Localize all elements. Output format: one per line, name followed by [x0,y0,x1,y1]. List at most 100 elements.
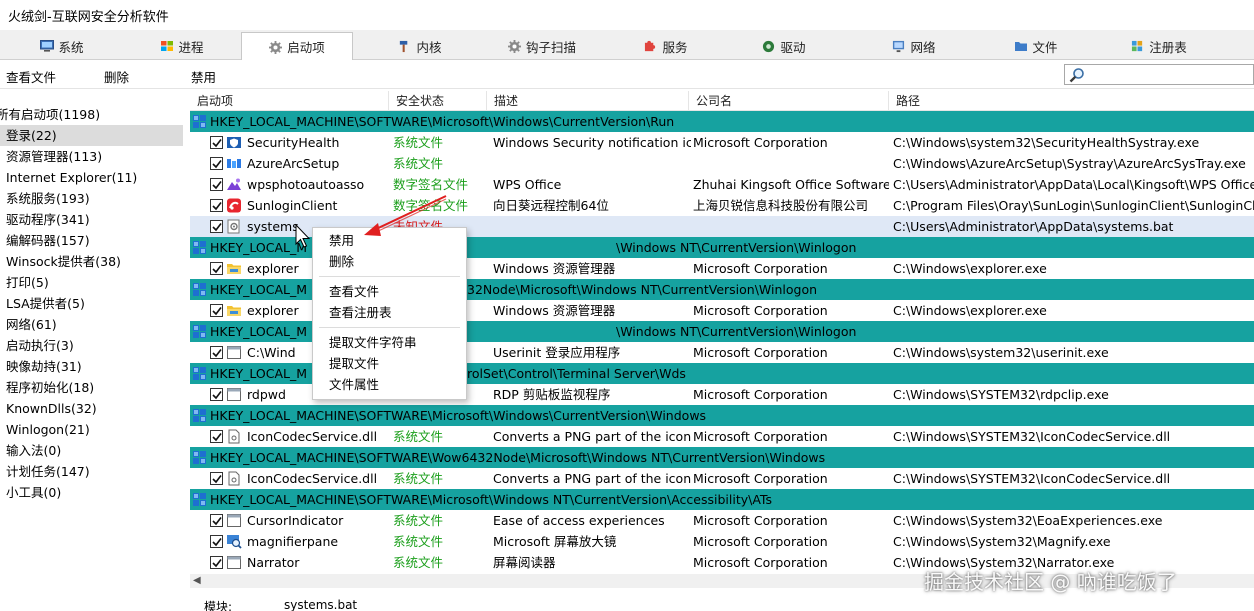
column-header-company[interactable]: 公司名 [689,91,889,111]
category-item[interactable]: 所有启动项(1198) [0,104,100,125]
security-status: 数字签名文件 [393,198,469,213]
registry-path-text: HKEY_LOCAL_MACHINE\SOFTWARE\Microsoft\Wi… [210,114,675,129]
enable-checkbox[interactable] [210,430,223,443]
item-path: C:\Windows\AzureArcSetup\Systray\AzureAr… [893,156,1246,171]
view-file-button[interactable]: 查看文件 [6,67,56,86]
search-box[interactable] [1064,64,1254,85]
item-path: C:\Windows\SYSTEM32\rdpclip.exe [893,387,1109,402]
item-description: RDP 剪贴板监视程序 [493,387,611,402]
enable-checkbox[interactable] [210,346,223,359]
network-icon [892,40,906,53]
startup-item-row[interactable]: wpsphotoautoasso 数字签名文件 WPS Office Zhuhai K… [190,174,1254,195]
tab-6[interactable]: 服务 [626,32,706,60]
category-item[interactable]: 编解码器(157) [0,230,90,251]
item-description: 屏幕阅读器 [493,555,556,570]
column-header-path[interactable]: 路径 [889,91,1254,111]
startup-item-row[interactable]: IconCodecService.dll 系统文件 Converts a PNG p… [190,426,1254,447]
category-item[interactable]: 驱动程序(341) [0,209,90,230]
category-item[interactable]: 计划任务(147) [0,461,90,482]
enable-checkbox[interactable] [210,136,223,149]
column-header-description[interactable]: 描述 [487,91,689,111]
tab-7[interactable]: 驱动 [744,32,824,60]
enable-checkbox[interactable] [210,472,223,485]
startup-item-row[interactable]: CursorIndicator 系统文件 Ease of access experi… [190,510,1254,531]
registry-path-text-tail: 32Node\Microsoft\Windows NT\CurrentVersi… [467,282,818,297]
enable-checkbox[interactable] [210,199,223,212]
column-header-status[interactable]: 安全状态 [389,91,487,111]
item-company: Microsoft Corporation [693,345,828,360]
category-item[interactable]: 启动执行(3) [0,335,74,356]
context-menu-item[interactable]: 查看文件 [329,282,379,302]
startup-item-row[interactable]: IconCodecService.dll 系统文件 Converts a PNG p… [190,468,1254,489]
tab-8[interactable]: 网络 [874,32,954,60]
item-description [493,216,691,237]
search-icon [1069,68,1084,83]
category-item[interactable]: 网络(61) [0,314,57,335]
registry-group-row[interactable]: HKEY_LOCAL_MACHINE\SOFTWARE\Wow6432Node\… [190,447,1254,468]
context-menu-item[interactable]: 文件属性 [329,375,379,395]
category-item[interactable]: 资源管理器(113) [0,146,102,167]
main-tab-bar: 系统 进程 启动项 内核 钩子扫描 服务 驱动 网络 文件 注册表 [0,30,1254,61]
item-description: Userinit 登录应用程序 [493,345,621,360]
tab-3[interactable]: 启动项 [241,32,353,61]
enable-checkbox[interactable] [210,262,223,275]
item-name: IconCodecService.dll [247,471,378,486]
item-path: C:\Windows\explorer.exe [893,261,1047,276]
app-window: 火绒剑-互联网安全分析软件 系统 进程 启动项 内核 钩子扫描 服务 驱动 网络 文件 注册表 查… [0,0,1254,611]
category-item[interactable]: LSA提供者(5) [0,293,85,314]
category-item[interactable]: 小工具(0) [0,482,61,503]
enable-checkbox[interactable] [210,178,223,191]
context-menu-item[interactable]: 提取文件字符串 [329,333,417,353]
item-path: C:\Users\Administrator\AppData\systems.b… [893,219,1174,234]
tab-10[interactable]: 注册表 [1114,32,1204,60]
enable-checkbox[interactable] [210,157,223,170]
registry-group-row[interactable]: HKEY_LOCAL_MACHINE\SOFTWARE\Microsoft\Wi… [190,111,1254,132]
scroll-left-icon[interactable]: ◀ [193,574,201,588]
category-item[interactable]: 映像劫持(31) [0,356,82,377]
enable-checkbox[interactable] [210,514,223,527]
registry-path-text: HKEY_LOCAL_M [210,366,308,381]
item-path: C:\Windows\system32\SecurityHealthSystra… [893,135,1200,150]
tab-1[interactable]: 系统 [22,32,102,60]
category-item[interactable]: 系统服务(193) [0,188,90,209]
startup-item-row[interactable]: magnifierpane 系统文件 Microsoft 屏幕放大镜 Microsof… [190,531,1254,552]
registry-group-row[interactable]: HKEY_LOCAL_MACHINE\SOFTWARE\Microsoft\Wi… [190,489,1254,510]
category-item[interactable]: 程序初始化(18) [0,377,94,398]
context-menu-item[interactable]: 禁用 [329,231,354,251]
startup-item-row[interactable]: AzureArcSetup 系统文件 C:\Windows\AzureArcSetu… [190,153,1254,174]
enable-checkbox[interactable] [210,535,223,548]
tab-9[interactable]: 文件 [996,32,1076,60]
enable-checkbox[interactable] [210,556,223,569]
sunlogin-icon [226,198,242,213]
enable-checkbox[interactable] [210,388,223,401]
context-menu-item[interactable]: 删除 [329,252,354,272]
column-header-name[interactable]: 启动项 [190,91,389,111]
enable-checkbox[interactable] [210,220,223,233]
startup-item-row[interactable]: SunloginClient 数字签名文件 向日葵远程控制64位 上海贝锐信息科技股份… [190,195,1254,216]
category-item[interactable]: KnownDlls(32) [0,398,97,419]
disable-button[interactable]: 禁用 [191,67,216,86]
startup-item-row[interactable]: SecurityHealth 系统文件 Windows Security notif… [190,132,1254,153]
enable-checkbox[interactable] [210,304,223,317]
tab-5[interactable]: 钩子扫描 [492,32,592,60]
category-item[interactable]: 输入法(0) [0,440,61,461]
tab-2[interactable]: 进程 [142,32,222,60]
registry-key-icon [193,283,206,296]
item-company: 上海贝锐信息科技股份有限公司 [693,198,869,213]
tab-4[interactable]: 内核 [380,32,460,60]
category-item[interactable]: Winsock提供者(38) [0,251,121,272]
exe-file-icon [226,345,242,360]
item-description: Ease of access experiences [493,513,665,528]
registry-group-row[interactable]: HKEY_LOCAL_MACHINE\SOFTWARE\Microsoft\Wi… [190,405,1254,426]
category-item[interactable]: Internet Explorer(11) [0,167,137,188]
delete-button[interactable]: 删除 [104,67,129,86]
tab-label: 网络 [910,39,936,55]
tab-label: 启动项 [287,40,325,55]
search-input[interactable] [1087,66,1251,83]
context-menu-item[interactable]: 查看注册表 [329,303,392,323]
item-company: Microsoft Corporation [693,429,828,444]
category-item[interactable]: Winlogon(21) [0,419,90,440]
category-item[interactable]: 打印(5) [0,272,49,293]
category-item[interactable]: 登录(22) [0,125,183,146]
context-menu-item[interactable]: 提取文件 [329,354,379,374]
